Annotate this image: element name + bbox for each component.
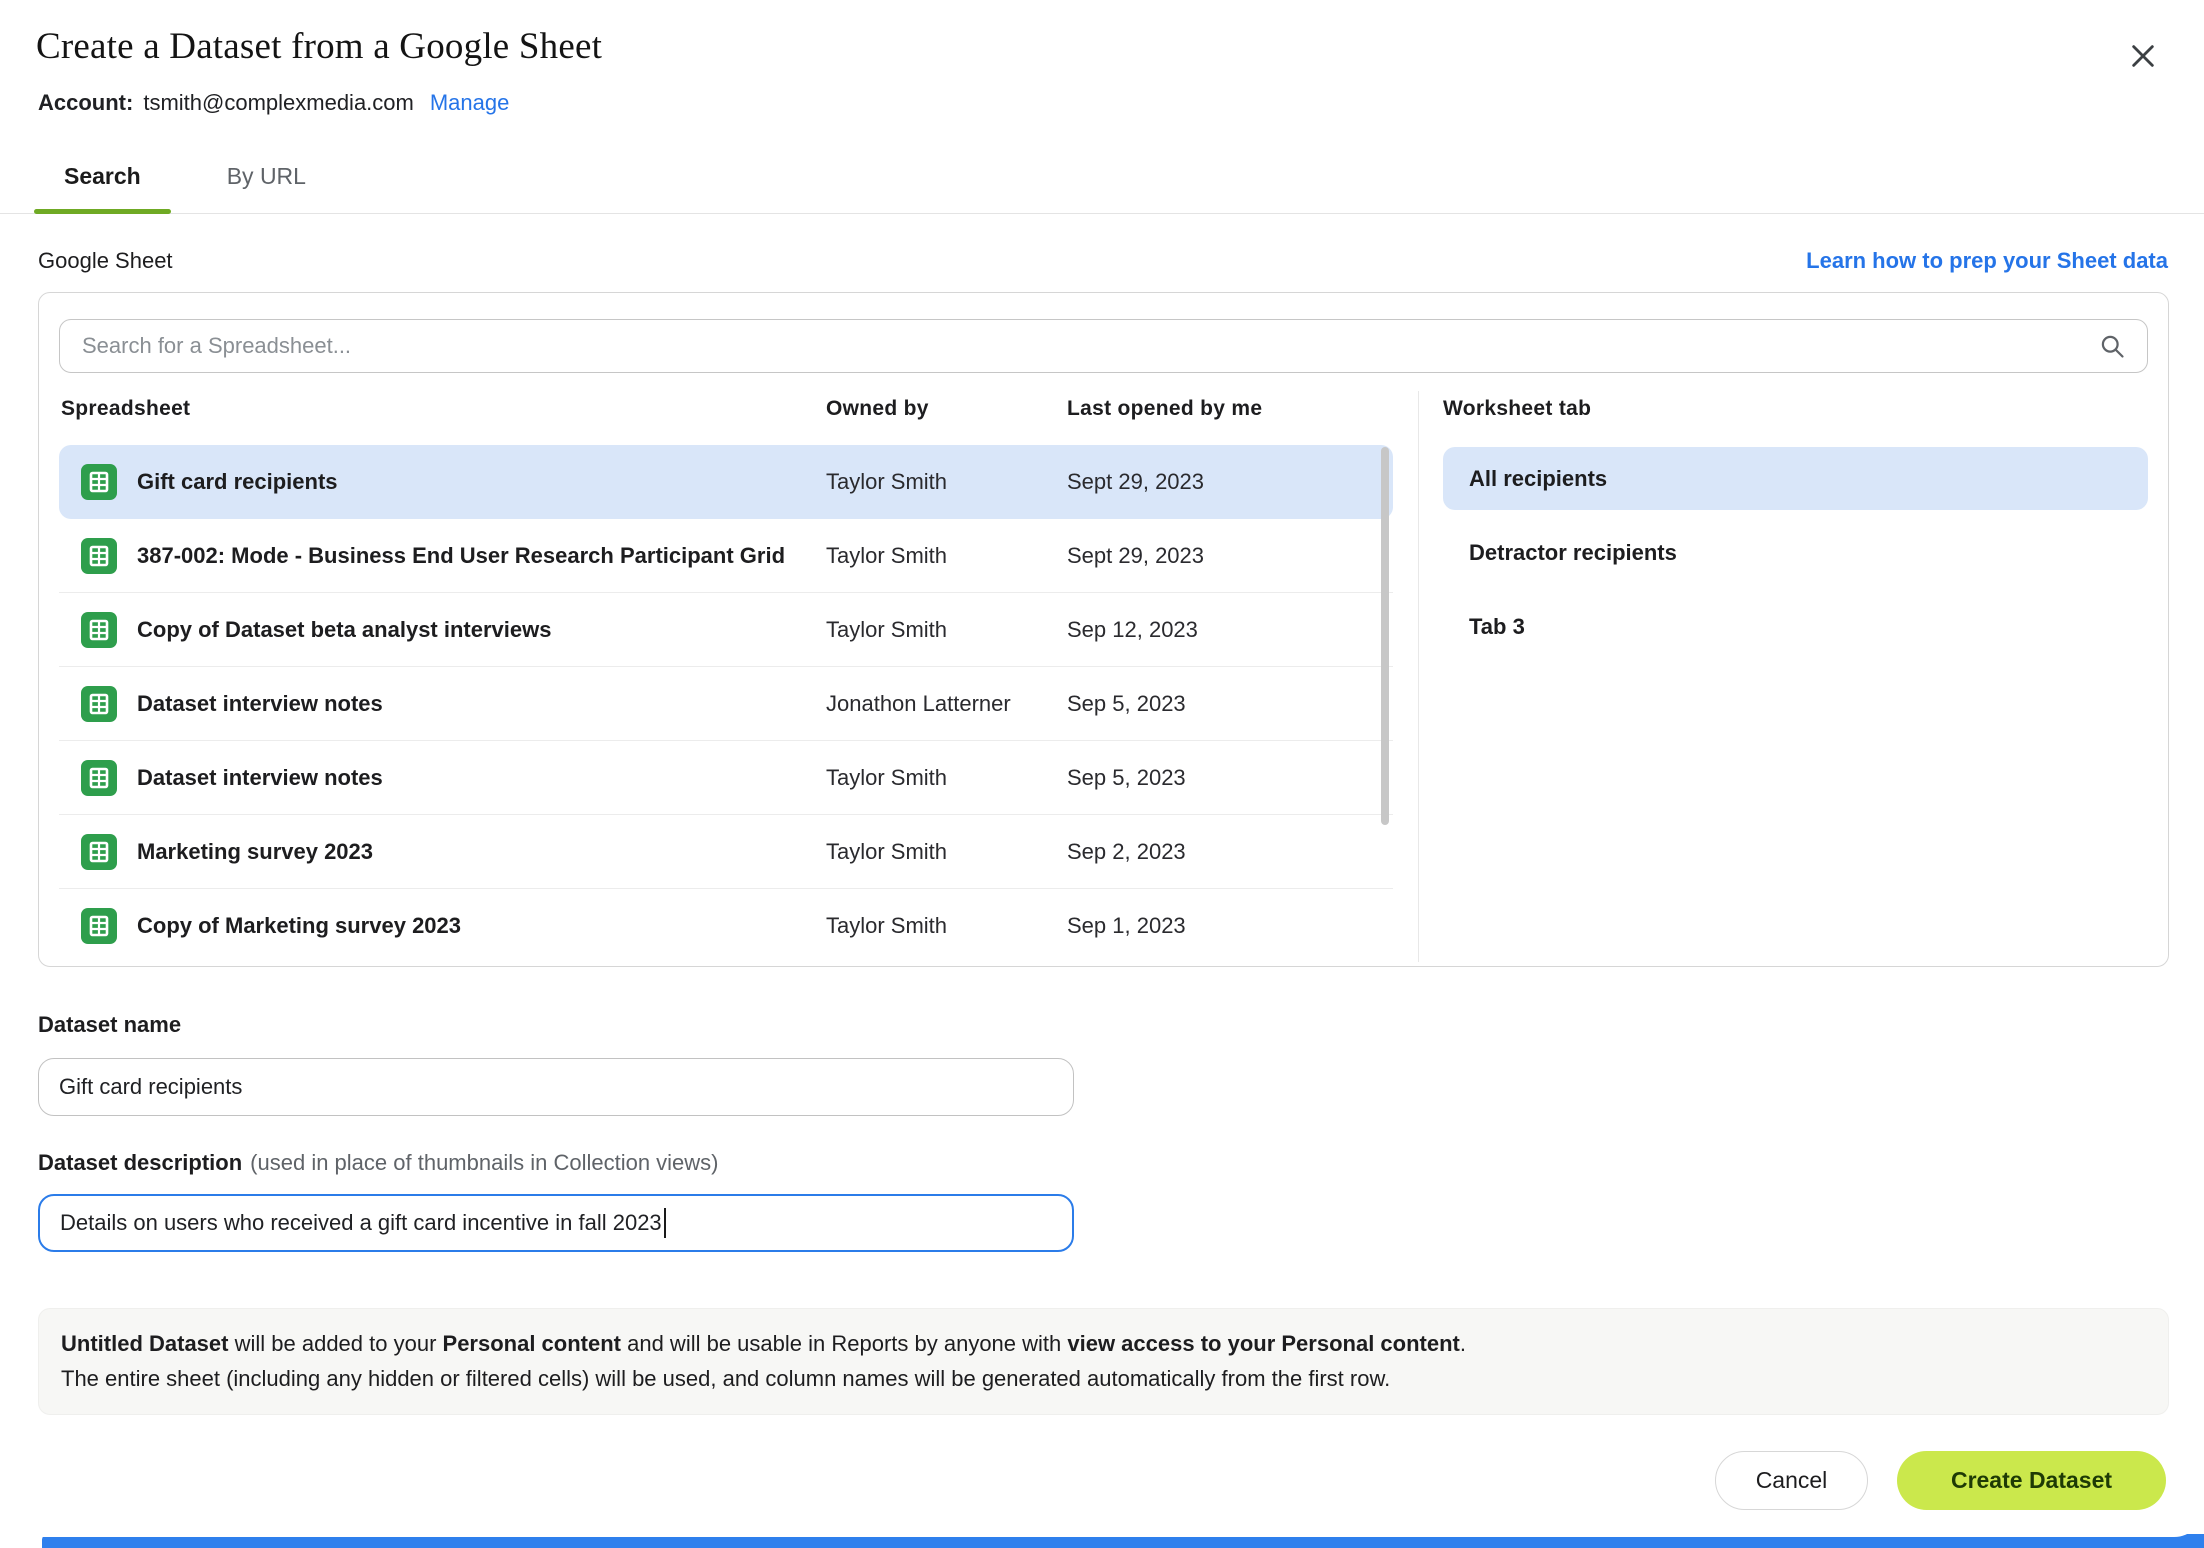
column-header-worksheet-tab: Worksheet tab xyxy=(1443,397,1592,420)
spreadsheet-list: Gift card recipients Taylor Smith Sept 2… xyxy=(59,445,1393,963)
account-label: Account: xyxy=(38,90,134,115)
column-header-owned-by: Owned by xyxy=(826,397,929,420)
search-icon xyxy=(2098,332,2126,360)
spreadsheet-row[interactable]: Marketing survey 2023 Taylor Smith Sep 2… xyxy=(59,815,1393,889)
spreadsheet-owner: Taylor Smith xyxy=(826,617,948,642)
spreadsheet-name: 387-002: Mode - Business End User Resear… xyxy=(137,543,786,568)
manage-link[interactable]: Manage xyxy=(430,90,510,115)
column-header-spreadsheet: Spreadsheet xyxy=(61,397,191,420)
worksheet-tab-item[interactable]: Detractor recipients xyxy=(1443,521,2148,584)
tab-bar: Search By URL xyxy=(0,140,2204,214)
worksheet-tab-list: All recipients Detractor recipients Tab … xyxy=(1443,447,2148,669)
tab-label: By URL xyxy=(226,163,306,189)
google-sheet-icon xyxy=(81,464,117,500)
dataset-description-hint: (used in place of thumbnails in Collecti… xyxy=(250,1150,719,1175)
scrollbar-thumb[interactable] xyxy=(1381,447,1389,825)
spreadsheet-name: Copy of Marketing survey 2023 xyxy=(137,913,462,938)
dataset-description-input[interactable]: Details on users who received a gift car… xyxy=(38,1194,1074,1252)
spreadsheet-last-opened: Sep 1, 2023 xyxy=(1067,913,1186,938)
google-sheet-icon xyxy=(81,908,117,944)
google-sheet-label: Google Sheet xyxy=(38,248,173,273)
spreadsheet-row[interactable]: 387-002: Mode - Business End User Resear… xyxy=(59,519,1393,593)
spreadsheet-row[interactable]: Dataset interview notes Taylor Smith Sep… xyxy=(59,741,1393,815)
spreadsheet-last-opened: Sep 5, 2023 xyxy=(1067,765,1186,790)
spreadsheet-last-opened: Sept 29, 2023 xyxy=(1067,543,1205,568)
info-line-2: The entire sheet (including any hidden o… xyxy=(61,1366,1391,1391)
dataset-description-value: Details on users who received a gift car… xyxy=(60,1210,662,1235)
tab-label: Search xyxy=(64,163,141,189)
spreadsheet-name: Gift card recipients xyxy=(137,469,338,494)
dataset-name-input[interactable] xyxy=(38,1058,1074,1116)
modal-title: Create a Dataset from a Google Sheet xyxy=(36,26,603,67)
spreadsheet-last-opened: Sep 2, 2023 xyxy=(1067,839,1186,864)
account-email: tsmith@complexmedia.com xyxy=(143,90,414,115)
spreadsheet-last-opened: Sep 5, 2023 xyxy=(1067,691,1186,716)
create-dataset-button[interactable]: Create Dataset xyxy=(1897,1451,2166,1510)
dataset-name-label: Dataset name xyxy=(38,1012,182,1037)
google-sheet-icon xyxy=(81,686,117,722)
dataset-description-label: Dataset description xyxy=(38,1150,243,1175)
spreadsheet-name: Dataset interview notes xyxy=(137,691,383,716)
spreadsheet-owner: Taylor Smith xyxy=(826,839,948,864)
search-input[interactable] xyxy=(59,319,2148,373)
search-field xyxy=(59,319,2148,373)
spreadsheet-row[interactable]: Copy of Marketing survey 2023 Taylor Smi… xyxy=(59,889,1393,963)
spreadsheet-row[interactable]: Copy of Dataset beta analyst interviews … xyxy=(59,593,1393,667)
help-link[interactable]: Learn how to prep your Sheet data xyxy=(1806,248,2168,274)
spreadsheet-name: Dataset interview notes xyxy=(137,765,383,790)
spreadsheet-owner: Taylor Smith xyxy=(826,913,948,938)
spreadsheet-name: Marketing survey 2023 xyxy=(137,839,374,864)
google-sheet-icon xyxy=(81,834,117,870)
spreadsheet-last-opened: Sept 29, 2023 xyxy=(1067,469,1205,494)
dataset-description-label-row: Dataset description (used in place of thu… xyxy=(38,1150,719,1176)
spreadsheet-last-opened: Sep 12, 2023 xyxy=(1067,617,1198,642)
worksheet-tab-label: All recipients xyxy=(1469,465,1608,491)
cancel-button[interactable]: Cancel xyxy=(1715,1451,1868,1510)
google-sheet-icon xyxy=(81,612,117,648)
sheet-picker-panel: Spreadsheet Owned by Last opened by me W… xyxy=(38,292,2169,967)
panel-divider xyxy=(1418,391,1419,962)
spreadsheet-name: Copy of Dataset beta analyst interviews xyxy=(137,617,552,642)
spreadsheet-owner: Taylor Smith xyxy=(826,469,948,494)
info-note: Untitled Dataset will be added to your P… xyxy=(38,1308,2169,1415)
info-line-1: Untitled Dataset will be added to your P… xyxy=(61,1331,1466,1356)
worksheet-tab-label: Detractor recipients xyxy=(1469,539,1677,565)
spreadsheet-owner: Taylor Smith xyxy=(826,543,948,568)
worksheet-tab-label: Tab 3 xyxy=(1469,613,1525,639)
account-row: Account: tsmith@complexmedia.com Manage xyxy=(38,88,509,118)
google-sheet-icon xyxy=(81,538,117,574)
spreadsheet-owner: Jonathon Latterner xyxy=(826,691,1011,716)
spreadsheet-owner: Taylor Smith xyxy=(826,765,948,790)
close-icon[interactable] xyxy=(2120,34,2166,80)
column-header-last-opened: Last opened by me xyxy=(1067,397,1263,420)
create-dataset-modal: Create a Dataset from a Google Sheet Acc… xyxy=(0,0,2204,1537)
worksheet-tab-item[interactable]: Tab 3 xyxy=(1443,595,2148,658)
spreadsheet-row[interactable]: Dataset interview notes Jonathon Lattern… xyxy=(59,667,1393,741)
google-sheet-icon xyxy=(81,760,117,796)
spreadsheet-row[interactable]: Gift card recipients Taylor Smith Sept 2… xyxy=(59,445,1393,519)
tab-by-url[interactable]: By URL xyxy=(197,140,336,213)
worksheet-tab-item[interactable]: All recipients xyxy=(1443,447,2148,510)
text-caret xyxy=(663,1208,666,1238)
tab-search[interactable]: Search xyxy=(34,140,171,214)
